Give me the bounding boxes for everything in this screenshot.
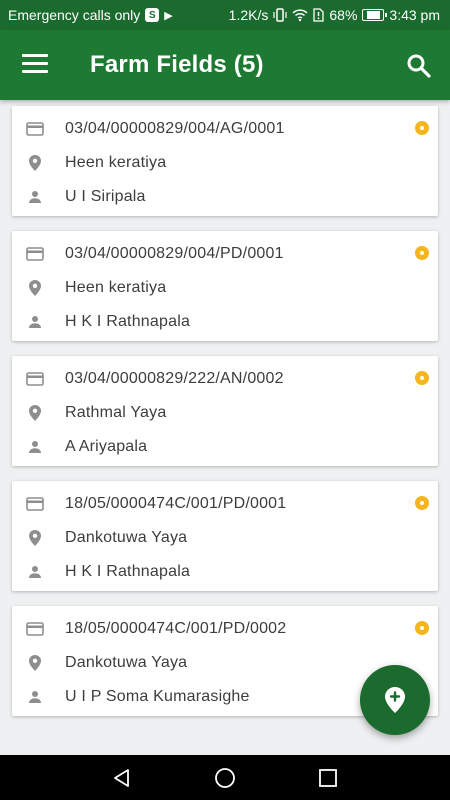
field-code: 18/05/0000474C/001/PD/0002: [65, 620, 287, 637]
card-icon: [26, 620, 44, 638]
field-location: Dankotuwa Yaya: [65, 654, 188, 671]
person-icon: [26, 438, 44, 456]
vibrate-icon: [273, 8, 287, 22]
field-location-row: Heen keratiya: [12, 271, 438, 305]
network-speed: 1.2K/s: [228, 7, 269, 23]
status-dot-icon: [415, 496, 429, 510]
field-location: Heen keratiya: [65, 154, 167, 171]
person-icon: [26, 188, 44, 206]
app-bar: Farm Fields (5): [0, 30, 450, 100]
page-title: Farm Fields (5): [90, 51, 264, 78]
field-owner: U I P Soma Kumarasighe: [65, 688, 250, 705]
card-icon: [26, 120, 44, 138]
battery-level-fill: [367, 11, 380, 19]
field-code: 03/04/00000829/004/PD/0001: [65, 245, 284, 262]
field-location: Rathmal Yaya: [65, 404, 167, 421]
field-code: 03/04/00000829/222/AN/0002: [65, 370, 284, 387]
field-card[interactable]: 03/04/00000829/004/PD/0001 Heen keratiya H…: [12, 231, 438, 341]
sim-alert-icon: [313, 8, 325, 22]
search-icon[interactable]: [405, 52, 433, 80]
status-dot-icon: [415, 121, 429, 135]
card-icon: [26, 370, 44, 388]
field-code-row: 03/04/00000829/004/AG/0001: [12, 112, 438, 146]
field-location: Heen keratiya: [65, 279, 167, 296]
field-card[interactable]: 18/05/0000474C/001/PD/0001 Dankotuwa Yaya…: [12, 481, 438, 591]
system-nav-bar: [0, 755, 450, 800]
card-icon: [26, 495, 44, 513]
home-icon[interactable]: [213, 766, 237, 790]
add-location-icon: [385, 687, 405, 713]
field-owner: U I Siripala: [65, 188, 146, 205]
field-list: 03/04/00000829/004/AG/0001 Heen keratiya U…: [12, 106, 438, 731]
field-location-row: Heen keratiya: [12, 146, 438, 180]
field-owner-row: A Ariyapala: [12, 430, 438, 464]
field-code: 03/04/00000829/004/AG/0001: [65, 120, 285, 137]
person-icon: [26, 563, 44, 581]
field-owner-row: U I Siripala: [12, 180, 438, 214]
field-location-row: Dankotuwa Yaya: [12, 521, 438, 555]
status-dot-icon: [415, 371, 429, 385]
field-owner: H K I Rathnapala: [65, 313, 191, 330]
status-bar: Emergency calls only S ▶ 1.2K/s 68% 3:43…: [0, 0, 450, 30]
person-icon: [26, 688, 44, 706]
back-icon[interactable]: [110, 766, 134, 790]
status-dot-icon: [415, 621, 429, 635]
play-notification-icon: ▶: [164, 9, 173, 22]
add-location-button[interactable]: [360, 665, 430, 735]
battery-percent: 68%: [329, 7, 358, 23]
field-owner-row: H K I Rathnapala: [12, 305, 438, 339]
location-pin-icon: [26, 279, 44, 297]
recents-icon[interactable]: [316, 766, 340, 790]
field-code-row: 03/04/00000829/004/PD/0001: [12, 237, 438, 271]
location-pin-icon: [26, 529, 44, 547]
hamburger-menu-icon[interactable]: [22, 54, 48, 76]
field-card[interactable]: 03/04/00000829/222/AN/0002 Rathmal Yaya A …: [12, 356, 438, 466]
wifi-icon: [292, 8, 308, 22]
clock-time: 3:43 pm: [389, 7, 440, 23]
field-code-row: 18/05/0000474C/001/PD/0002: [12, 612, 438, 646]
battery-icon: [362, 9, 388, 21]
field-location: Dankotuwa Yaya: [65, 529, 188, 546]
field-code-row: 03/04/00000829/222/AN/0002: [12, 362, 438, 396]
card-icon: [26, 245, 44, 263]
field-owner: H K I Rathnapala: [65, 563, 191, 580]
app-notification-icon: S: [145, 8, 160, 22]
person-icon: [26, 313, 44, 331]
status-dot-icon: [415, 246, 429, 260]
carrier-text: Emergency calls only: [8, 7, 141, 23]
location-pin-icon: [26, 154, 44, 172]
field-location-row: Rathmal Yaya: [12, 396, 438, 430]
location-pin-icon: [26, 654, 44, 672]
field-card[interactable]: 03/04/00000829/004/AG/0001 Heen keratiya U…: [12, 106, 438, 216]
field-owner: A Ariyapala: [65, 438, 148, 455]
field-code-row: 18/05/0000474C/001/PD/0001: [12, 487, 438, 521]
field-owner-row: H K I Rathnapala: [12, 555, 438, 589]
field-code: 18/05/0000474C/001/PD/0001: [65, 495, 287, 512]
location-pin-icon: [26, 404, 44, 422]
